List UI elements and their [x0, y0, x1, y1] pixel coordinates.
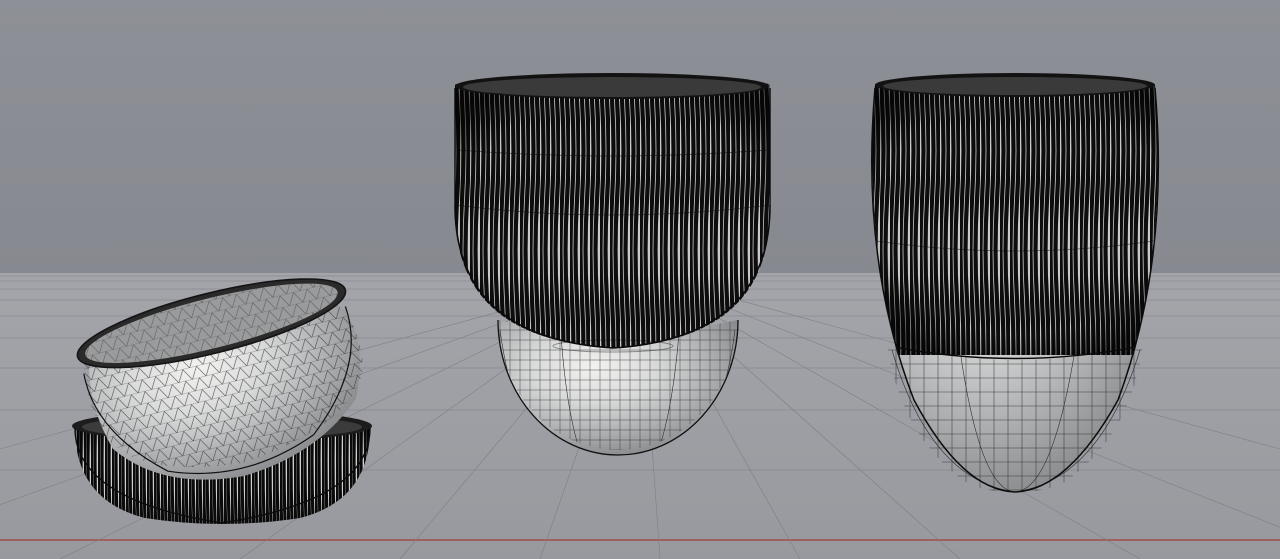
viewport-3d[interactable]: [0, 0, 1280, 559]
render-canvas: [0, 0, 1280, 559]
